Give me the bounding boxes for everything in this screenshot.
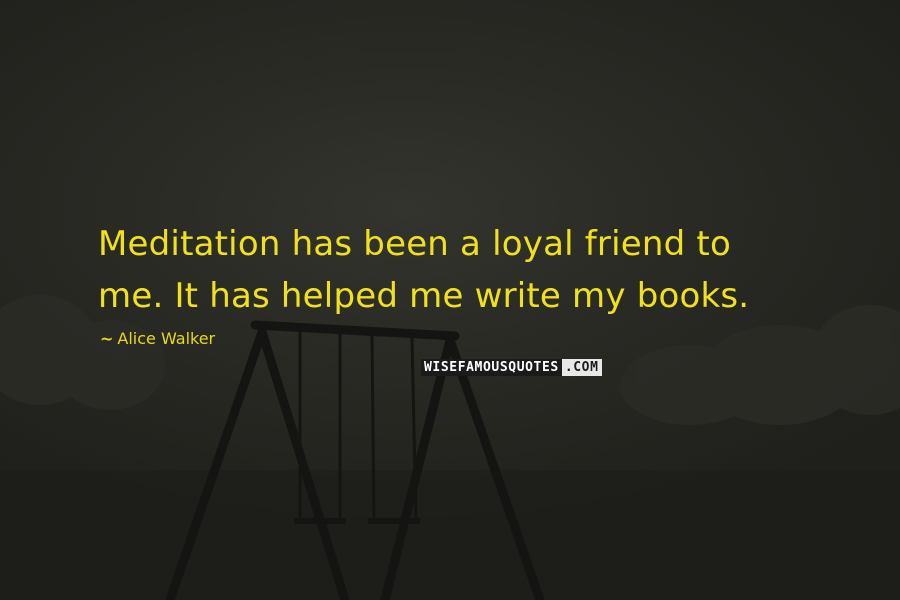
quote-line: me. It has helped me write my books. xyxy=(98,276,750,316)
ground-shadow xyxy=(0,470,900,600)
author-attribution: ~ Alice Walker xyxy=(100,329,215,348)
watermark-tld-text: .COM xyxy=(561,359,602,376)
quote-line: Meditation has been a loyal friend to xyxy=(98,224,731,264)
watermark-main-text: WISEFAMOUSQUOTES xyxy=(421,359,562,376)
author-name: Alice Walker xyxy=(117,329,216,348)
author-prefix: ~ xyxy=(100,329,114,348)
quote-card: Meditation has been a loyal friend to me… xyxy=(0,0,900,600)
site-watermark-logo: WISEFAMOUSQUOTES .COM xyxy=(421,359,602,376)
quote-text: Meditation has been a loyal friend to me… xyxy=(98,218,818,322)
